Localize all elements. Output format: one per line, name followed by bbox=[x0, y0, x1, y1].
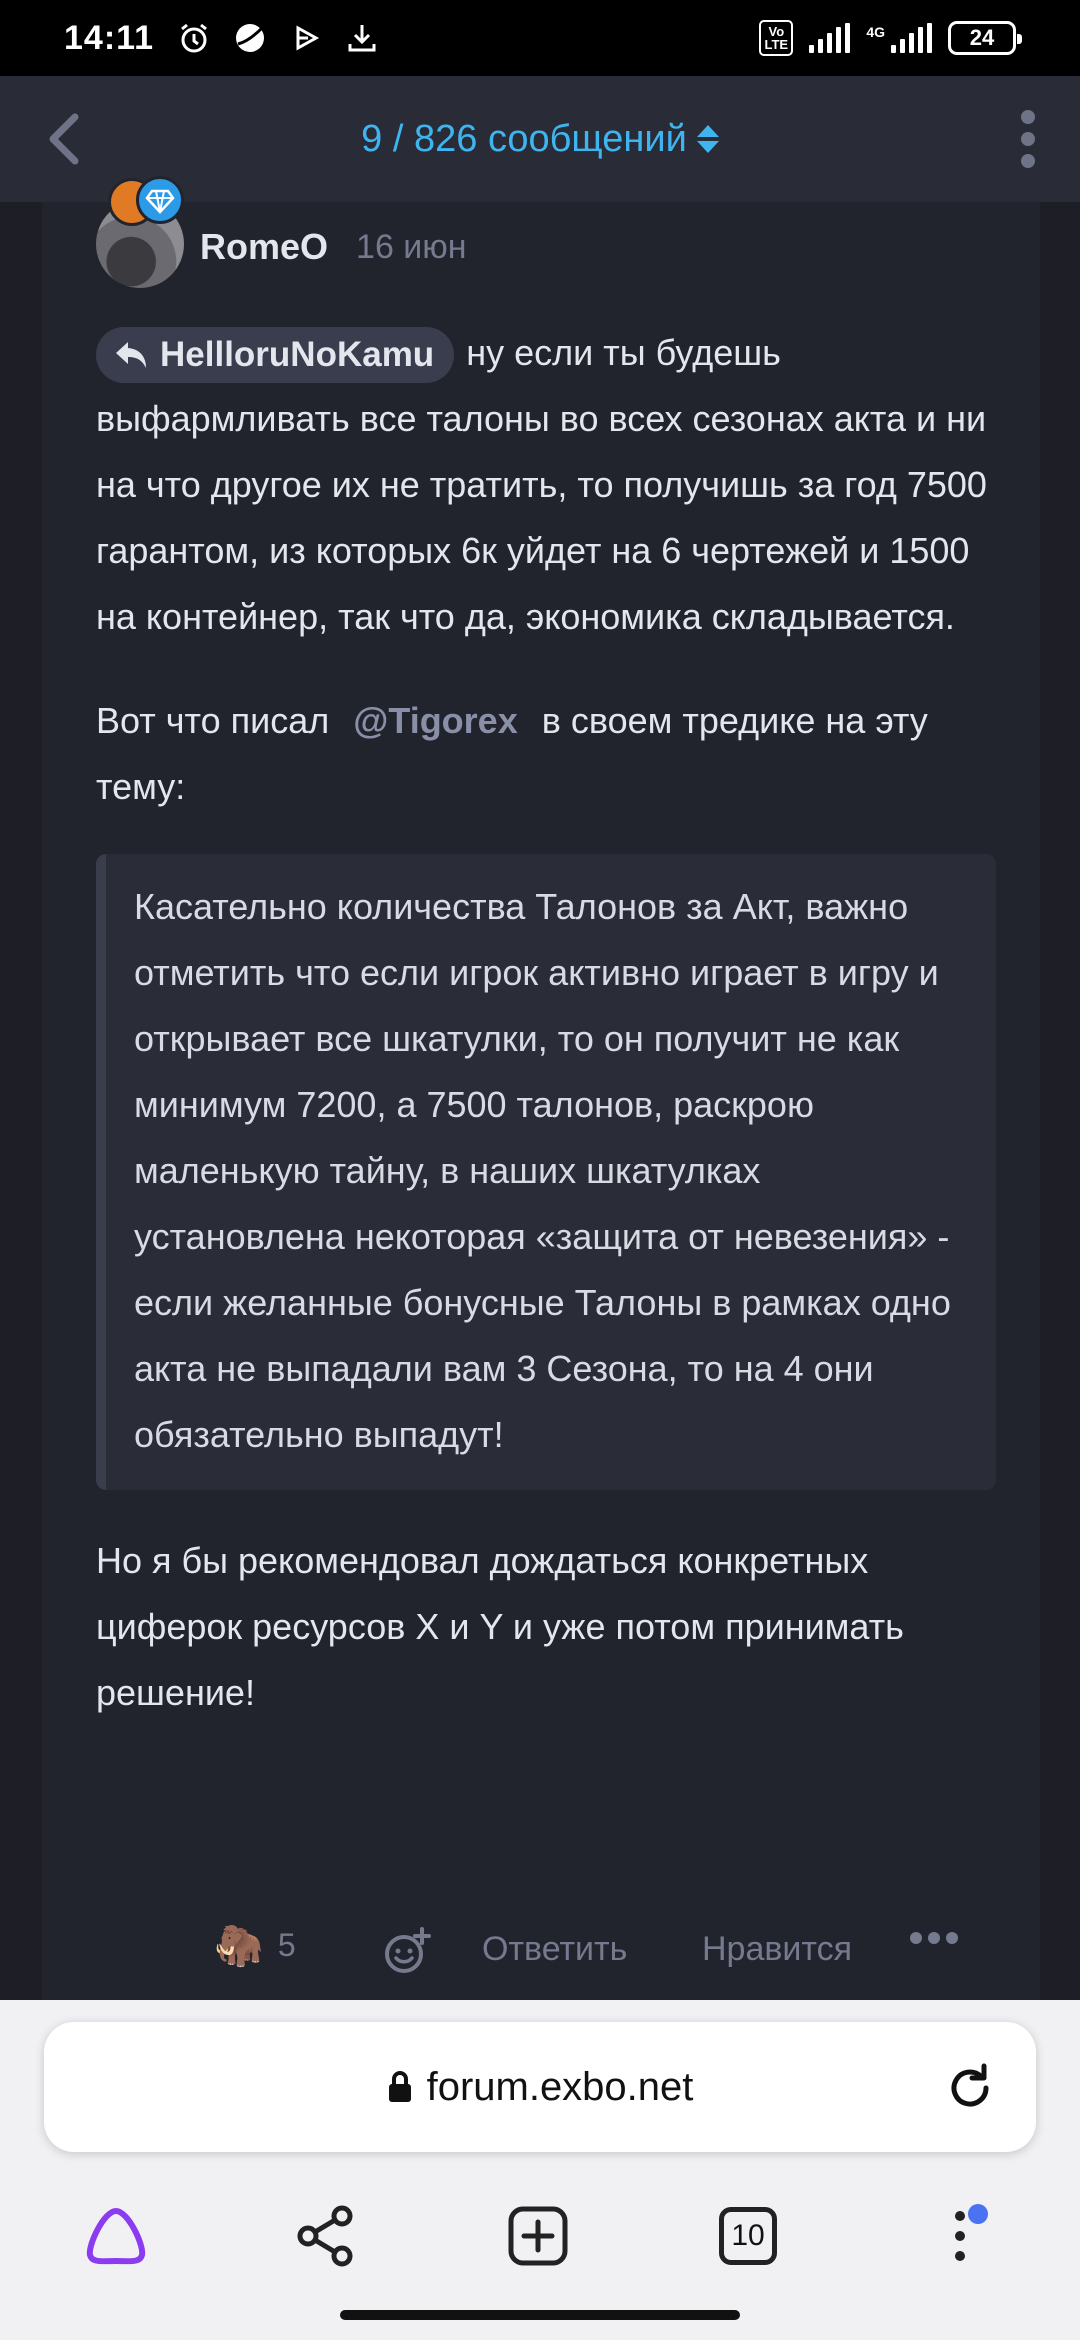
lock-icon bbox=[388, 2071, 411, 2102]
reply-to-name: HellloruNoKamu bbox=[160, 335, 435, 375]
reply-to-chip[interactable]: HellloruNoKamu bbox=[96, 327, 455, 384]
reload-icon bbox=[951, 2063, 989, 2107]
reaction-count: 5 bbox=[277, 1927, 296, 1963]
post-paragraph-1: HellloruNoKamu ну если ты будешь выфармл… bbox=[96, 320, 996, 650]
browser-toolbar: 10 bbox=[0, 2172, 1080, 2292]
browser-menu-button[interactable] bbox=[924, 2200, 996, 2272]
post-more-button[interactable] bbox=[910, 1932, 958, 1944]
kebab-dot bbox=[1021, 154, 1035, 168]
post-paragraph-3: Но я бы рекомендовал дождаться конкретны… bbox=[96, 1540, 904, 1713]
home-indicator bbox=[340, 2310, 740, 2320]
alice-icon bbox=[86, 2208, 146, 2265]
chevron-left-icon bbox=[49, 113, 79, 165]
forum-post: RomeO 16 июн HellloruNoKamu ну если ты б… bbox=[42, 176, 1040, 2002]
reaction-mammoth[interactable]: 🦣 5 bbox=[214, 1922, 296, 1969]
status-bar: 14:11 Vo LTE 4G 24 bbox=[0, 0, 1080, 76]
planet-icon bbox=[236, 24, 265, 52]
diamond-icon bbox=[145, 189, 175, 214]
add-emoji-icon bbox=[385, 1927, 431, 1973]
download-icon bbox=[348, 25, 376, 52]
address-bar[interactable]: forum.exbo.net bbox=[44, 2022, 1036, 2152]
kebab-dot bbox=[1021, 110, 1035, 124]
network-type-label: 4G bbox=[866, 24, 885, 40]
tabs-button[interactable]: 10 bbox=[712, 2200, 784, 2272]
post-actions: 🦣 5 Ответить Нравится bbox=[42, 1922, 1040, 1978]
reply-button[interactable]: Ответить bbox=[482, 1930, 627, 1969]
user-mention[interactable]: @Tigorex bbox=[339, 700, 531, 741]
quote-text: Касательно количества Талонов за Акт, ва… bbox=[134, 886, 951, 1455]
post-header: RomeO 16 июн bbox=[96, 176, 467, 292]
url-text: forum.exbo.net bbox=[426, 2064, 694, 2109]
alice-assistant-button[interactable] bbox=[80, 2200, 152, 2272]
back-button[interactable] bbox=[32, 106, 98, 172]
notification-dot bbox=[968, 2204, 988, 2224]
more-dot bbox=[910, 1932, 922, 1944]
vertical-dots-icon bbox=[955, 2211, 965, 2261]
message-counter-dropdown[interactable]: 9 / 826 сообщений bbox=[361, 118, 719, 161]
post-paragraph-2: Вот что писал @Tigorex в своем тредике н… bbox=[96, 688, 996, 820]
battery-icon: 24 bbox=[948, 21, 1022, 55]
share-icon bbox=[297, 2205, 353, 2267]
message-counter-label: 9 / 826 сообщений bbox=[361, 117, 687, 160]
reply-arrow-icon bbox=[116, 342, 146, 369]
alarm-icon bbox=[181, 23, 208, 53]
tabs-count: 10 bbox=[719, 2207, 777, 2265]
sort-icon bbox=[696, 125, 719, 153]
battery-level: 24 bbox=[969, 25, 995, 50]
kebab-dot bbox=[1021, 132, 1035, 146]
more-menu-button[interactable] bbox=[996, 104, 1060, 174]
blockquote: Касательно количества Талонов за Акт, ва… bbox=[96, 854, 996, 1490]
status-icons-left bbox=[176, 20, 380, 56]
avatar[interactable] bbox=[96, 176, 184, 288]
post-body: HellloruNoKamu ну если ты будешь выфармл… bbox=[96, 320, 996, 1726]
play-icon bbox=[296, 25, 320, 51]
plus-square-icon bbox=[508, 2206, 568, 2266]
post-author[interactable]: RomeO bbox=[200, 226, 328, 268]
status-icons-right: Vo LTE 4G 24 bbox=[759, 20, 1022, 56]
post-date[interactable]: 16 июн bbox=[356, 228, 467, 267]
reload-button[interactable] bbox=[942, 2060, 998, 2116]
share-button[interactable] bbox=[290, 2200, 362, 2272]
new-tab-button[interactable] bbox=[502, 2200, 574, 2272]
signal-icon-2 bbox=[891, 23, 932, 53]
user-badge-blue bbox=[136, 176, 184, 224]
browser-bottom-chrome: forum.exbo.net 10 bbox=[0, 2000, 1080, 2340]
mammoth-icon: 🦣 bbox=[214, 1924, 264, 1968]
status-time: 14:11 bbox=[64, 18, 155, 57]
like-button[interactable]: Нравится bbox=[702, 1930, 852, 1969]
signal-icon-1 bbox=[809, 23, 851, 53]
add-reaction-button[interactable] bbox=[382, 1926, 432, 1981]
post-paragraph-2-before: Вот что писал bbox=[96, 700, 330, 741]
volte-icon: Vo LTE bbox=[759, 20, 794, 56]
more-dot bbox=[946, 1932, 958, 1944]
more-dot bbox=[928, 1932, 940, 1944]
